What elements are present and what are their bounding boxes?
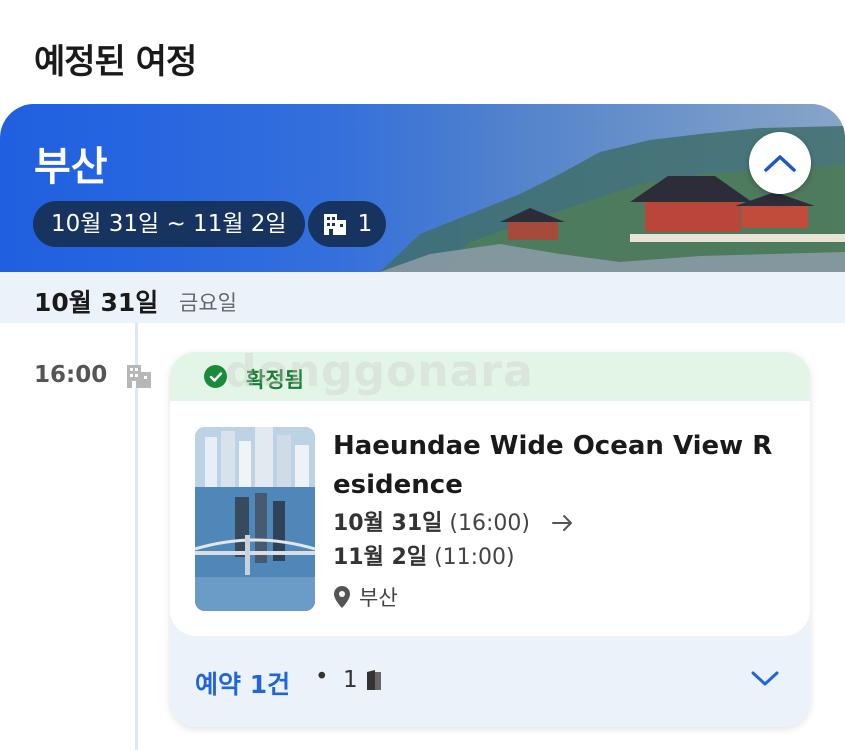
checkin-time: (16:00) [449,511,530,536]
day-date: 10월 31일 [34,288,159,317]
checkout-time: (11:00) [434,545,515,570]
trip-date-range: 10월 31일 ~ 11월 2일 [33,201,305,247]
checkin-info: 10월 31일 (16:00) [333,505,575,537]
booking-summary[interactable]: 예약 1건 • 1 [170,636,810,727]
arrow-right-icon [551,515,572,531]
location-label: 부산 [359,586,398,610]
hotel-thumbnail [195,427,315,611]
hotel-name[interactable]: Haeundae Wide Ocean View Residence [333,427,783,505]
hotel-icon [323,214,346,235]
room-count-value: 1 [343,667,358,693]
collapse-button[interactable] [749,132,811,194]
chevron-down-icon[interactable] [750,668,780,688]
day-weekday: 금요일 [179,291,237,315]
check-circle-icon [204,365,227,388]
trip-header[interactable]: 부산 10월 31일 ~ 11월 2일 1 [0,104,845,272]
map-pin-icon [334,586,350,608]
trip-city: 부산 [34,144,108,190]
hotel-count-badge: 1 [308,201,386,247]
checkout-date: 11월 2일 [333,545,428,570]
booking-count: 예약 1건 [195,670,291,699]
separator-dot: • [315,664,329,690]
watermark: donggonara [225,346,534,397]
chevron-up-icon [764,155,796,172]
page-title: 예정된 여정 [34,42,197,82]
day-header: 10월 31일 금요일 [0,272,845,323]
door-icon [366,670,381,690]
checkout-info: 11월 2일 (11:00) [333,539,515,571]
room-count: 1 [343,667,382,693]
stay-time: 16:00 [34,362,108,388]
location: 부산 [333,582,398,612]
hotel-count: 1 [357,211,373,237]
hotel-icon [127,365,151,388]
checkin-date: 10월 31일 [333,511,443,536]
hotel-details[interactable]: Haeundae Wide Ocean View Residence 10월 3… [170,401,810,636]
booking-card[interactable]: 확정됨 Haeundae Wide Ocean View Residence 1… [170,352,810,727]
